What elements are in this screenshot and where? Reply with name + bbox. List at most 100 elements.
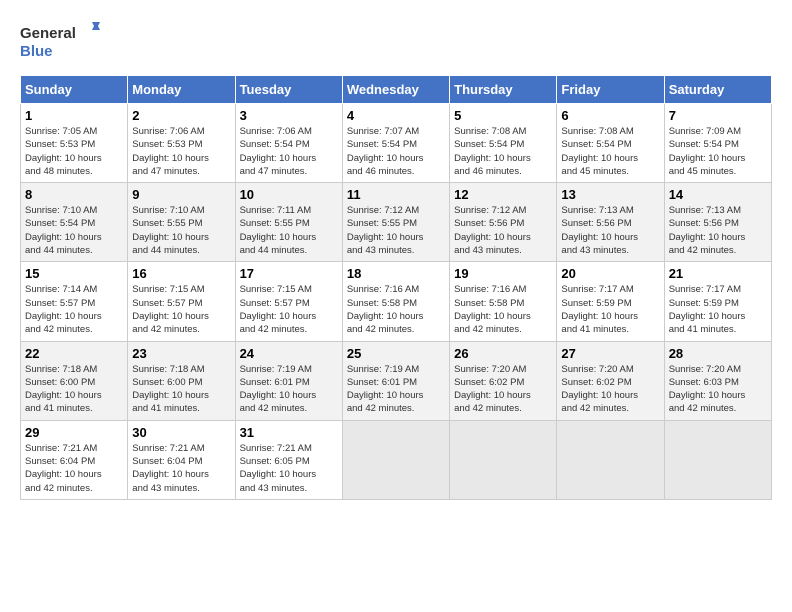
calendar-cell: 11 Sunrise: 7:12 AM Sunset: 5:55 PM Dayli…: [342, 183, 449, 262]
calendar-cell: 28 Sunrise: 7:20 AM Sunset: 6:03 PM Dayli…: [664, 341, 771, 420]
day-info: Sunrise: 7:19 AM Sunset: 6:01 PM Dayligh…: [240, 363, 338, 416]
day-number: 29: [25, 425, 123, 440]
calendar-cell: [557, 420, 664, 499]
logo: General Blue: [20, 20, 100, 65]
day-info: Sunrise: 7:12 AM Sunset: 5:56 PM Dayligh…: [454, 204, 552, 257]
calendar-cell: 14 Sunrise: 7:13 AM Sunset: 5:56 PM Dayli…: [664, 183, 771, 262]
calendar-week-3: 15 Sunrise: 7:14 AM Sunset: 5:57 PM Dayli…: [21, 262, 772, 341]
day-number: 28: [669, 346, 767, 361]
day-number: 27: [561, 346, 659, 361]
day-number: 12: [454, 187, 552, 202]
day-number: 16: [132, 266, 230, 281]
day-info: Sunrise: 7:07 AM Sunset: 5:54 PM Dayligh…: [347, 125, 445, 178]
calendar-cell: 9 Sunrise: 7:10 AM Sunset: 5:55 PM Daylig…: [128, 183, 235, 262]
day-number: 25: [347, 346, 445, 361]
day-info: Sunrise: 7:20 AM Sunset: 6:02 PM Dayligh…: [454, 363, 552, 416]
day-info: Sunrise: 7:10 AM Sunset: 5:54 PM Dayligh…: [25, 204, 123, 257]
calendar-body: 1Sunrise: 7:05 AM Sunset: 5:53 PM Daylig…: [21, 104, 772, 500]
day-info: Sunrise: 7:12 AM Sunset: 5:55 PM Dayligh…: [347, 204, 445, 257]
calendar-cell: 19 Sunrise: 7:16 AM Sunset: 5:58 PM Dayli…: [450, 262, 557, 341]
day-info: Sunrise: 7:13 AM Sunset: 5:56 PM Dayligh…: [561, 204, 659, 257]
day-info: Sunrise: 7:10 AM Sunset: 5:55 PM Dayligh…: [132, 204, 230, 257]
day-info: Sunrise: 7:21 AM Sunset: 6:04 PM Dayligh…: [132, 442, 230, 495]
calendar-cell: 13Sunrise: 7:13 AM Sunset: 5:56 PM Dayli…: [557, 183, 664, 262]
day-info: Sunrise: 7:15 AM Sunset: 5:57 PM Dayligh…: [132, 283, 230, 336]
calendar-cell: 30 Sunrise: 7:21 AM Sunset: 6:04 PM Dayli…: [128, 420, 235, 499]
day-info: Sunrise: 7:09 AM Sunset: 5:54 PM Dayligh…: [669, 125, 767, 178]
day-info: Sunrise: 7:20 AM Sunset: 6:02 PM Dayligh…: [561, 363, 659, 416]
calendar-cell: 12 Sunrise: 7:12 AM Sunset: 5:56 PM Dayli…: [450, 183, 557, 262]
day-number: 5: [454, 108, 552, 123]
calendar-cell: 31Sunrise: 7:21 AM Sunset: 6:05 PM Dayli…: [235, 420, 342, 499]
calendar-cell: 21Sunrise: 7:17 AM Sunset: 5:59 PM Dayli…: [664, 262, 771, 341]
calendar-cell: 27 Sunrise: 7:20 AM Sunset: 6:02 PM Dayli…: [557, 341, 664, 420]
day-number: 26: [454, 346, 552, 361]
day-number: 11: [347, 187, 445, 202]
calendar-cell: 4 Sunrise: 7:07 AM Sunset: 5:54 PM Daylig…: [342, 104, 449, 183]
day-info: Sunrise: 7:18 AM Sunset: 6:00 PM Dayligh…: [132, 363, 230, 416]
day-info: Sunrise: 7:20 AM Sunset: 6:03 PM Dayligh…: [669, 363, 767, 416]
calendar-cell: 5 Sunrise: 7:08 AM Sunset: 5:54 PM Daylig…: [450, 104, 557, 183]
calendar-cell: 7 Sunrise: 7:09 AM Sunset: 5:54 PM Daylig…: [664, 104, 771, 183]
day-info: Sunrise: 7:18 AM Sunset: 6:00 PM Dayligh…: [25, 363, 123, 416]
day-number: 23: [132, 346, 230, 361]
day-number: 24: [240, 346, 338, 361]
calendar-cell: 25Sunrise: 7:19 AM Sunset: 6:01 PM Dayli…: [342, 341, 449, 420]
calendar-cell: 15 Sunrise: 7:14 AM Sunset: 5:57 PM Dayli…: [21, 262, 128, 341]
day-info: Sunrise: 7:15 AM Sunset: 5:57 PM Dayligh…: [240, 283, 338, 336]
day-info: Sunrise: 7:16 AM Sunset: 5:58 PM Dayligh…: [454, 283, 552, 336]
day-number: 4: [347, 108, 445, 123]
day-info: Sunrise: 7:11 AM Sunset: 5:55 PM Dayligh…: [240, 204, 338, 257]
calendar-cell: 23 Sunrise: 7:18 AM Sunset: 6:00 PM Dayli…: [128, 341, 235, 420]
calendar-cell: 3 Sunrise: 7:06 AM Sunset: 5:54 PM Daylig…: [235, 104, 342, 183]
day-info: Sunrise: 7:06 AM Sunset: 5:54 PM Dayligh…: [240, 125, 338, 178]
page-header: General Blue: [20, 20, 772, 65]
calendar-cell: 8Sunrise: 7:10 AM Sunset: 5:54 PM Daylig…: [21, 183, 128, 262]
calendar-cell: [450, 420, 557, 499]
day-info: Sunrise: 7:08 AM Sunset: 5:54 PM Dayligh…: [454, 125, 552, 178]
calendar-cell: 10 Sunrise: 7:11 AM Sunset: 5:55 PM Dayli…: [235, 183, 342, 262]
day-number: 14: [669, 187, 767, 202]
calendar-week-2: 8Sunrise: 7:10 AM Sunset: 5:54 PM Daylig…: [21, 183, 772, 262]
svg-text:General: General: [20, 25, 76, 42]
svg-text:Blue: Blue: [20, 43, 53, 60]
day-info: Sunrise: 7:17 AM Sunset: 5:59 PM Dayligh…: [561, 283, 659, 336]
calendar-cell: 2 Sunrise: 7:06 AM Sunset: 5:53 PM Daylig…: [128, 104, 235, 183]
calendar-cell: 26 Sunrise: 7:20 AM Sunset: 6:02 PM Dayli…: [450, 341, 557, 420]
calendar-cell: 1Sunrise: 7:05 AM Sunset: 5:53 PM Daylig…: [21, 104, 128, 183]
day-info: Sunrise: 7:06 AM Sunset: 5:53 PM Dayligh…: [132, 125, 230, 178]
weekday-header-wednesday: Wednesday: [342, 76, 449, 104]
calendar-header: SundayMondayTuesdayWednesdayThursdayFrid…: [21, 76, 772, 104]
calendar-cell: [342, 420, 449, 499]
calendar-cell: 18Sunrise: 7:16 AM Sunset: 5:58 PM Dayli…: [342, 262, 449, 341]
day-info: Sunrise: 7:14 AM Sunset: 5:57 PM Dayligh…: [25, 283, 123, 336]
day-info: Sunrise: 7:13 AM Sunset: 5:56 PM Dayligh…: [669, 204, 767, 257]
weekday-header-sunday: Sunday: [21, 76, 128, 104]
day-number: 7: [669, 108, 767, 123]
day-number: 20: [561, 266, 659, 281]
day-number: 6: [561, 108, 659, 123]
day-info: Sunrise: 7:17 AM Sunset: 5:59 PM Dayligh…: [669, 283, 767, 336]
day-number: 3: [240, 108, 338, 123]
day-number: 9: [132, 187, 230, 202]
weekday-header-tuesday: Tuesday: [235, 76, 342, 104]
calendar-week-5: 29 Sunrise: 7:21 AM Sunset: 6:04 PM Dayli…: [21, 420, 772, 499]
day-number: 15: [25, 266, 123, 281]
day-number: 30: [132, 425, 230, 440]
weekday-header-saturday: Saturday: [664, 76, 771, 104]
day-number: 19: [454, 266, 552, 281]
day-info: Sunrise: 7:21 AM Sunset: 6:04 PM Dayligh…: [25, 442, 123, 495]
calendar-cell: 6Sunrise: 7:08 AM Sunset: 5:54 PM Daylig…: [557, 104, 664, 183]
day-number: 18: [347, 266, 445, 281]
calendar-table: SundayMondayTuesdayWednesdayThursdayFrid…: [20, 75, 772, 500]
day-info: Sunrise: 7:05 AM Sunset: 5:53 PM Dayligh…: [25, 125, 123, 178]
calendar-week-1: 1Sunrise: 7:05 AM Sunset: 5:53 PM Daylig…: [21, 104, 772, 183]
calendar-cell: 22Sunrise: 7:18 AM Sunset: 6:00 PM Dayli…: [21, 341, 128, 420]
day-number: 17: [240, 266, 338, 281]
calendar-cell: 17 Sunrise: 7:15 AM Sunset: 5:57 PM Dayli…: [235, 262, 342, 341]
day-number: 2: [132, 108, 230, 123]
calendar-week-4: 22Sunrise: 7:18 AM Sunset: 6:00 PM Dayli…: [21, 341, 772, 420]
day-number: 10: [240, 187, 338, 202]
calendar-cell: 20 Sunrise: 7:17 AM Sunset: 5:59 PM Dayli…: [557, 262, 664, 341]
calendar-cell: 29 Sunrise: 7:21 AM Sunset: 6:04 PM Dayli…: [21, 420, 128, 499]
